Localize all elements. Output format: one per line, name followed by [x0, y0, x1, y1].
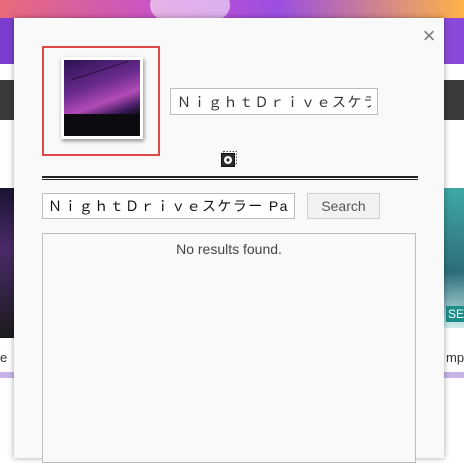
background-caption-right: mp	[446, 350, 464, 365]
close-icon[interactable]: ×	[419, 25, 439, 47]
search-button[interactable]: Search	[307, 193, 380, 219]
background-header-gradient	[0, 0, 464, 18]
search-input[interactable]	[42, 193, 295, 219]
no-results-message: No results found.	[176, 241, 282, 257]
album-art-branch	[71, 60, 129, 81]
background-strip-left	[0, 372, 14, 378]
background-nav-left	[0, 18, 14, 64]
background-toolbar-left	[0, 80, 14, 120]
background-album-thumbnail-left[interactable]	[0, 188, 14, 338]
background-toolbar-right	[444, 80, 464, 120]
album-art-thumbnail[interactable]	[61, 57, 143, 139]
results-list[interactable]: No results found.	[42, 233, 416, 463]
album-art-ground	[64, 114, 140, 136]
album-art-image	[64, 60, 140, 136]
album-art-selection[interactable]	[42, 46, 160, 156]
background-header-highlight	[150, 0, 230, 20]
background-strip-right	[444, 372, 464, 378]
background-badge: SE	[446, 306, 464, 322]
background-nav-right	[444, 18, 464, 64]
album-art-dialog: × Search No results found.	[14, 18, 444, 463]
album-title-field[interactable]	[170, 88, 378, 115]
section-divider	[42, 176, 418, 180]
background-caption-left: e	[0, 350, 8, 365]
cd-record-icon[interactable]	[221, 151, 237, 167]
